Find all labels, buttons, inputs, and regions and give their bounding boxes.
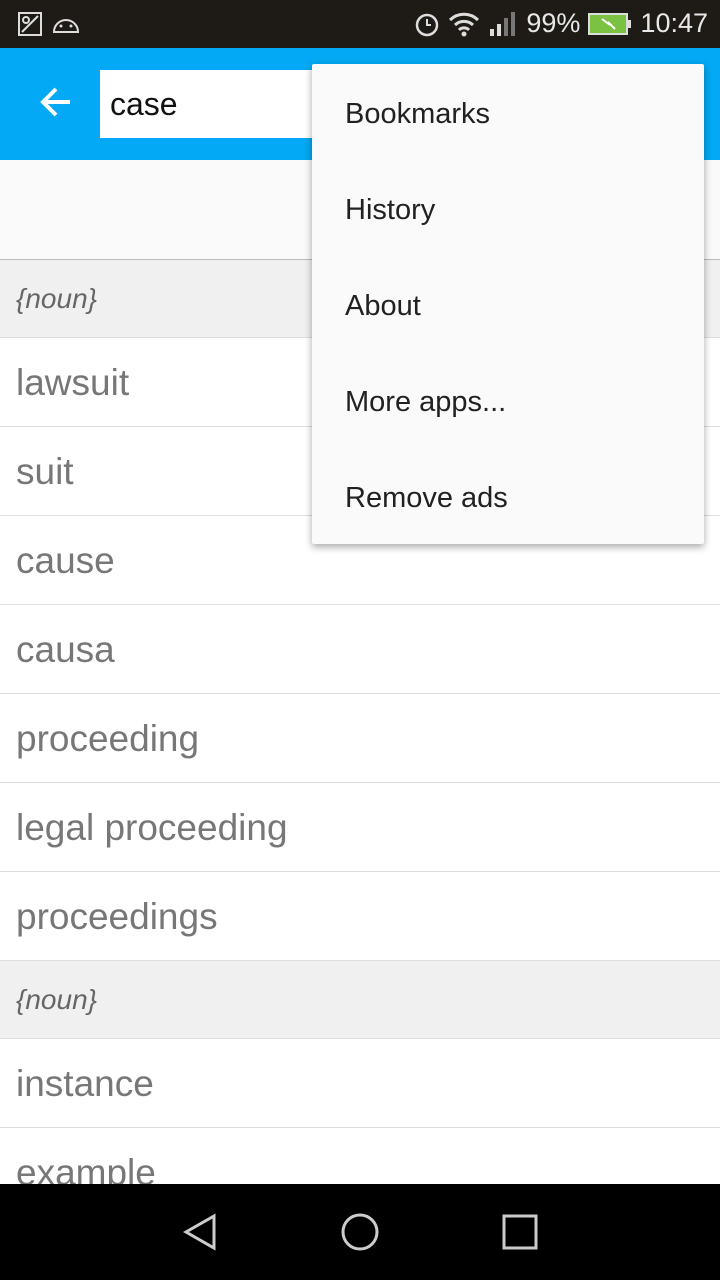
wifi-icon [449,12,480,36]
list-item[interactable]: proceedings [0,872,720,961]
menu-item-about[interactable]: About [312,256,704,352]
menu-item-more-apps[interactable]: More apps... [312,352,704,448]
image-notification-icon [18,12,42,36]
list-item[interactable]: legal proceeding [0,783,720,872]
list-item[interactable]: causa [0,605,720,694]
status-bar: 99% 10:47 [0,0,720,48]
list-item[interactable]: instance [0,1039,720,1128]
back-arrow-icon[interactable] [36,82,76,122]
battery-charging-icon [588,12,632,35]
clock: 10:47 [640,8,708,38]
battery-percent: 99% [526,8,581,38]
alarm-icon [416,13,439,36]
back-nav-icon[interactable] [180,1212,220,1252]
section-header: {noun} [0,961,720,1039]
menu-item-history[interactable]: History [312,160,704,256]
navigation-bar [0,1184,720,1280]
android-icon [52,19,80,33]
menu-item-remove-ads[interactable]: Remove ads [312,448,704,544]
recents-nav-icon[interactable] [502,1214,538,1250]
home-nav-icon[interactable] [340,1212,380,1252]
menu-item-bookmarks[interactable]: Bookmarks [312,64,704,160]
signal-icon [490,11,516,36]
list-item[interactable]: proceeding [0,694,720,783]
overflow-menu: Bookmarks History About More apps... Remove … [312,64,704,544]
